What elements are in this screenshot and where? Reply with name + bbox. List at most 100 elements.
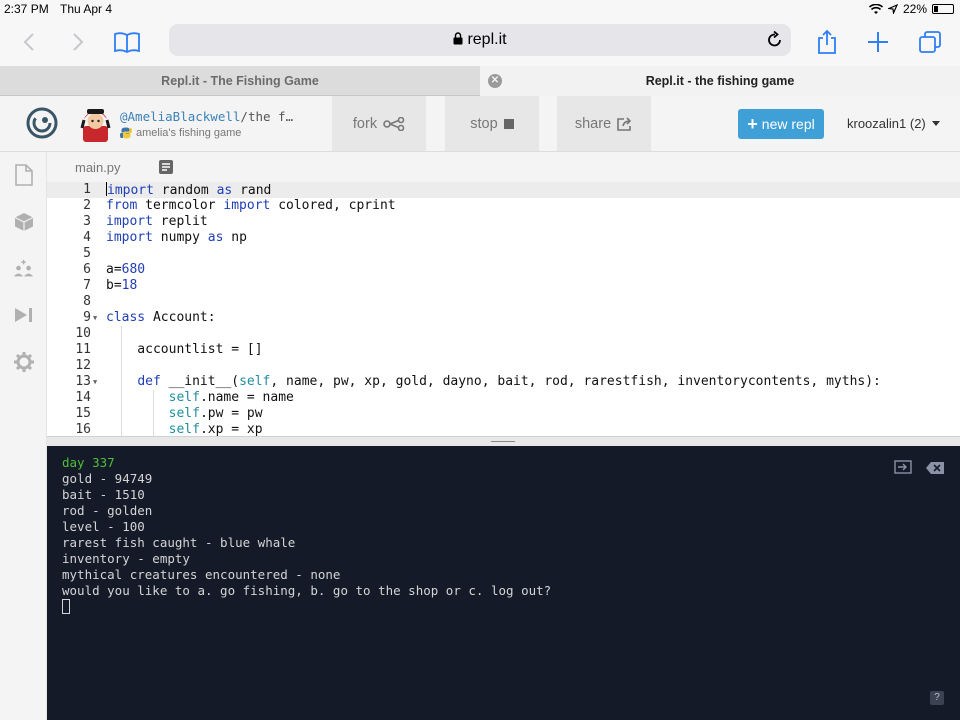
code-text: import numpy as np — [106, 230, 247, 245]
book-icon — [114, 32, 140, 53]
repl-slug[interactable]: @AmeliaBlackwell/the f… — [120, 109, 293, 124]
new-tab-button[interactable] — [861, 25, 895, 59]
file-tabs: main.py — [47, 152, 960, 182]
address-bar[interactable]: repl.it — [169, 24, 791, 56]
repl-header: @AmeliaBlackwell/the f… amelia's fishing… — [0, 96, 960, 152]
code-text: import random as rand — [106, 182, 272, 198]
account-menu[interactable]: kroozalin1 (2) — [847, 116, 940, 131]
tabs-icon — [919, 31, 941, 53]
new-repl-label: new repl — [761, 116, 815, 132]
console-line: day 337 — [62, 455, 115, 470]
code-text: def __init__(self, name, pw, xp, gold, d… — [137, 374, 881, 389]
back-button[interactable] — [12, 25, 46, 59]
indent-guide — [153, 390, 154, 436]
stop-button[interactable]: stop — [445, 96, 539, 151]
line-number: 6 — [83, 262, 91, 277]
location-arrow-icon — [887, 4, 898, 14]
tab-label: Repl.it - The Fishing Game — [161, 74, 319, 88]
code-line: 2 from termcolor import colored, cprint — [47, 198, 960, 214]
code-line: 1 import random as rand — [47, 182, 960, 198]
code-editor[interactable]: 1 import random as rand 2 from termcolor i… — [47, 182, 960, 436]
console-line: would you like to a. go fishing, b. go t… — [62, 583, 552, 598]
code-line: 10 — [47, 326, 960, 342]
line-number: 9 — [83, 310, 91, 325]
line-number: 8 — [83, 294, 91, 309]
url-display: repl.it — [169, 31, 791, 49]
status-time: 2:37 PM — [4, 2, 49, 16]
account-label: kroozalin1 (2) — [847, 116, 926, 131]
multiplayer-icon[interactable] — [13, 258, 35, 280]
console-input-cursor[interactable] — [62, 599, 70, 614]
file-document-icon[interactable] — [159, 160, 173, 179]
code-line: 12 — [47, 358, 960, 374]
browser-toolbar: repl.it — [0, 18, 960, 66]
code-line: 15 self.pw = pw — [47, 406, 960, 422]
tabs-overview-button[interactable] — [913, 25, 947, 59]
share-icon — [818, 29, 836, 54]
settings-gear-icon[interactable] — [13, 351, 35, 373]
code-text: self.name = name — [168, 390, 294, 405]
fold-toggle-icon[interactable]: ▼ — [93, 374, 97, 390]
repl-subtitle-row: amelia's fishing game — [120, 127, 241, 139]
share-button[interactable]: share — [557, 96, 651, 151]
console-toggle-icon[interactable] — [894, 460, 912, 479]
forward-button[interactable] — [61, 25, 95, 59]
code-line: 5 — [47, 246, 960, 262]
replit-logo-icon[interactable] — [26, 107, 58, 144]
python-icon — [120, 127, 132, 139]
code-line: 6 a=680 — [47, 262, 960, 278]
code-line: 11 accountlist = [] — [47, 342, 960, 358]
status-bar: 2:37 PM Thu Apr 4 22% — [0, 0, 960, 18]
reload-icon — [768, 30, 781, 47]
reload-button[interactable] — [767, 30, 783, 53]
tab-fishing-game-1[interactable]: Repl.it - The Fishing Game — [0, 66, 480, 96]
debugger-step-icon[interactable] — [13, 304, 35, 326]
sidebar — [0, 152, 47, 720]
repl-subtitle: amelia's fishing game — [136, 127, 242, 139]
pane-resize-handle[interactable] — [47, 436, 960, 446]
tab-fishing-game-2[interactable]: ✕ Repl.it - the fishing game — [480, 66, 960, 96]
line-number: 2 — [83, 198, 91, 213]
fold-toggle-icon[interactable]: ▼ — [93, 310, 97, 326]
line-number: 14 — [75, 390, 91, 405]
line-number: 16 — [75, 422, 91, 436]
line-number: 10 — [75, 326, 91, 341]
line-number: 4 — [83, 230, 91, 245]
clear-console-icon[interactable] — [926, 461, 944, 479]
code-text: b=18 — [106, 278, 138, 293]
repl-owner[interactable]: @AmeliaBlackwell — [120, 109, 240, 124]
bookmarks-button[interactable] — [110, 25, 144, 59]
console-line: level - 100 — [62, 519, 145, 534]
fork-label: fork — [352, 115, 378, 132]
code-text: self.xp = xp — [168, 422, 263, 436]
console-output[interactable]: day 337 gold - 94749 bait - 1510 rod - g… — [47, 446, 960, 720]
code-text: self.pw = pw — [168, 406, 263, 421]
packages-cube-icon[interactable] — [13, 211, 35, 233]
repl-name: /the f… — [240, 109, 294, 124]
code-line: 13 ▼ def __init__(self, name, pw, xp, gol… — [47, 374, 960, 390]
help-button[interactable]: ? — [930, 691, 944, 705]
close-tab-icon[interactable]: ✕ — [488, 74, 502, 88]
fork-icon — [383, 116, 405, 131]
code-text: import replit — [106, 214, 208, 229]
ipad-screen: 2:37 PM Thu Apr 4 22% repl.it Repl.it - … — [0, 0, 960, 720]
console-line: rod - golden — [62, 503, 153, 518]
code-line: 14 self.name = name — [47, 390, 960, 406]
browser-tab-bar: Repl.it - The Fishing Game ✕ Repl.it - t… — [0, 66, 960, 96]
files-icon[interactable] — [13, 164, 35, 186]
share-sheet-button[interactable] — [810, 25, 844, 59]
code-line: 9 ▼ class Account: — [47, 310, 960, 326]
code-text: class Account: — [106, 310, 216, 325]
caret-down-icon — [931, 121, 940, 126]
stop-label: stop — [470, 115, 498, 132]
fork-button[interactable]: fork — [332, 96, 426, 151]
code-line: 8 — [47, 294, 960, 310]
console-line: gold - 94749 — [62, 471, 153, 486]
line-number: 11 — [75, 342, 91, 357]
indent-guide — [121, 326, 122, 436]
avatar[interactable] — [79, 106, 112, 142]
code-line: 4 import numpy as np — [47, 230, 960, 246]
new-repl-button[interactable]: + new repl — [738, 109, 824, 139]
file-tab-main-py[interactable]: main.py — [75, 160, 121, 175]
console-line: mythical creatures encountered - none — [62, 567, 341, 582]
